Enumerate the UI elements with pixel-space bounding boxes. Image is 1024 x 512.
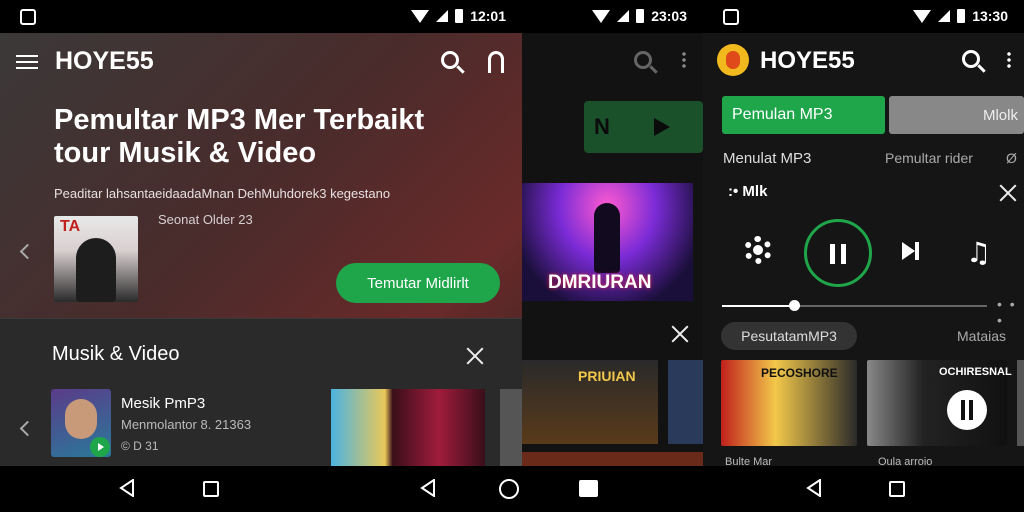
hero-subtitle: Peaditar lahsantaeidaadaMnan DehMuhdorek… [54, 186, 391, 201]
app-logo [717, 44, 749, 76]
video-card-label: PRIUIAN [578, 368, 636, 384]
battery-icon [455, 9, 464, 23]
home-square-icon[interactable] [889, 481, 905, 497]
seek-bar-progress [722, 305, 794, 307]
hero-title: Pemultar MP3 Mer Terbaikt tour Musik & V… [54, 104, 425, 169]
search-icon[interactable] [962, 50, 980, 68]
recents-icon[interactable] [579, 480, 598, 497]
pause-button[interactable] [804, 219, 872, 287]
media-card-caption: Oula arroio [878, 456, 933, 466]
more-options-icon[interactable] [682, 51, 686, 69]
artist-figure [76, 238, 116, 302]
close-icon[interactable] [999, 184, 1017, 202]
battery-icon [636, 9, 645, 23]
media-card-label: PECOSHORE [761, 366, 838, 380]
headset-icon[interactable] [488, 51, 504, 73]
filter-chip[interactable]: PesutatamMP3 [721, 322, 857, 350]
app-bar: HOYE55 [0, 33, 522, 89]
play-icon[interactable] [654, 118, 670, 136]
status-bar: 12:01 [0, 0, 522, 33]
music-note-icon[interactable]: ♫ [966, 236, 991, 269]
concert-poster-label: DMRIURAN [548, 272, 652, 293]
album-thumbnail-text: TA [60, 218, 81, 235]
notification-icon [723, 9, 739, 25]
back-icon[interactable] [806, 479, 822, 497]
gear-icon[interactable] [744, 236, 772, 264]
chevron-left-icon[interactable] [19, 420, 36, 437]
system-navigation-bar [0, 466, 1024, 512]
filter-chip[interactable]: Mataias [957, 328, 1006, 344]
home-square-icon[interactable] [203, 481, 219, 497]
back-icon[interactable] [119, 479, 135, 497]
section-header[interactable]: Pemultar rider [885, 150, 973, 166]
media-card-partial[interactable] [1017, 360, 1024, 446]
sheet-title: Musik & Video [52, 343, 180, 365]
skip-next-icon[interactable] [902, 242, 919, 260]
hero-meta: Seonat Older 23 [158, 212, 253, 227]
home-screen-panel: 12:01 HOYE55 Pemultar MP3 Mer Terbaikt t… [0, 0, 522, 466]
media-card-caption: Bulte Mar [725, 456, 773, 466]
video-card-bottom[interactable] [522, 452, 703, 466]
search-icon[interactable] [634, 51, 652, 69]
singer-silhouette [594, 203, 620, 273]
search-icon[interactable] [441, 51, 459, 69]
section-header[interactable]: Ø [1006, 150, 1017, 166]
app-title: HOYE55 [55, 47, 154, 75]
now-playing-title: :• Mlk [728, 183, 768, 200]
back-icon[interactable] [420, 479, 436, 497]
wifi-icon [592, 9, 611, 23]
track-meta: © D 31 [121, 439, 159, 453]
video-card-partial[interactable] [668, 360, 703, 444]
play-cta-button[interactable]: Temutar Midlirlt [336, 263, 500, 303]
menu-icon[interactable] [16, 55, 38, 69]
notification-icon [20, 9, 36, 25]
track-subtitle: Menmolantor 8. 21363 [121, 417, 252, 432]
section-header[interactable]: Menulat MP3 [723, 150, 811, 167]
video-card[interactable]: PRIUIAN [522, 360, 658, 444]
wifi-icon [411, 9, 430, 23]
tab-pemulan-mp3[interactable]: Pemulan MP3 [722, 96, 885, 134]
status-time: 23:03 [651, 8, 687, 24]
browse-panel: 23:03 N DMRIURAN PRIUIAN [522, 0, 703, 466]
video-poster[interactable] [331, 389, 485, 466]
album-thumbnail[interactable]: TA [54, 216, 138, 302]
tab-mlolk[interactable]: Mlolk [889, 96, 1024, 134]
video-poster-partial[interactable] [500, 389, 522, 466]
signal-icon [617, 10, 630, 22]
signal-icon [938, 10, 951, 22]
more-options-icon[interactable] [1007, 51, 1011, 69]
track-title: Mesik PmP3 [121, 395, 206, 412]
media-card[interactable]: OCHIRESNAL [867, 360, 1012, 446]
banner-letter: N [594, 114, 610, 139]
player-panel: 13:30 HOYE55 Pemulan MP3 Mlolk Menulat M… [703, 0, 1024, 466]
more-dots[interactable]: • • • [997, 296, 1024, 328]
chevron-left-icon[interactable] [19, 243, 36, 260]
seek-bar-thumb[interactable] [788, 300, 800, 311]
status-bar: 13:30 [703, 0, 1024, 33]
app-title: HOYE55 [760, 47, 855, 74]
media-card[interactable]: PECOSHORE [721, 360, 857, 446]
wifi-icon [913, 9, 932, 23]
status-time: 12:01 [470, 8, 506, 24]
signal-icon [436, 10, 449, 22]
artist-photo [65, 399, 97, 439]
close-icon[interactable] [671, 325, 689, 343]
battery-icon [957, 9, 966, 23]
pause-icon[interactable] [947, 390, 987, 430]
play-badge-icon[interactable] [90, 437, 110, 457]
status-bar: 23:03 [522, 0, 703, 33]
bottom-sheet: Musik & Video Mesik PmP3 Menmolantor 8. … [0, 318, 522, 466]
home-icon[interactable] [499, 479, 519, 499]
status-time: 13:30 [972, 8, 1008, 24]
close-icon[interactable] [466, 347, 484, 365]
media-card-label: OCHIRESNAL [939, 366, 1012, 378]
